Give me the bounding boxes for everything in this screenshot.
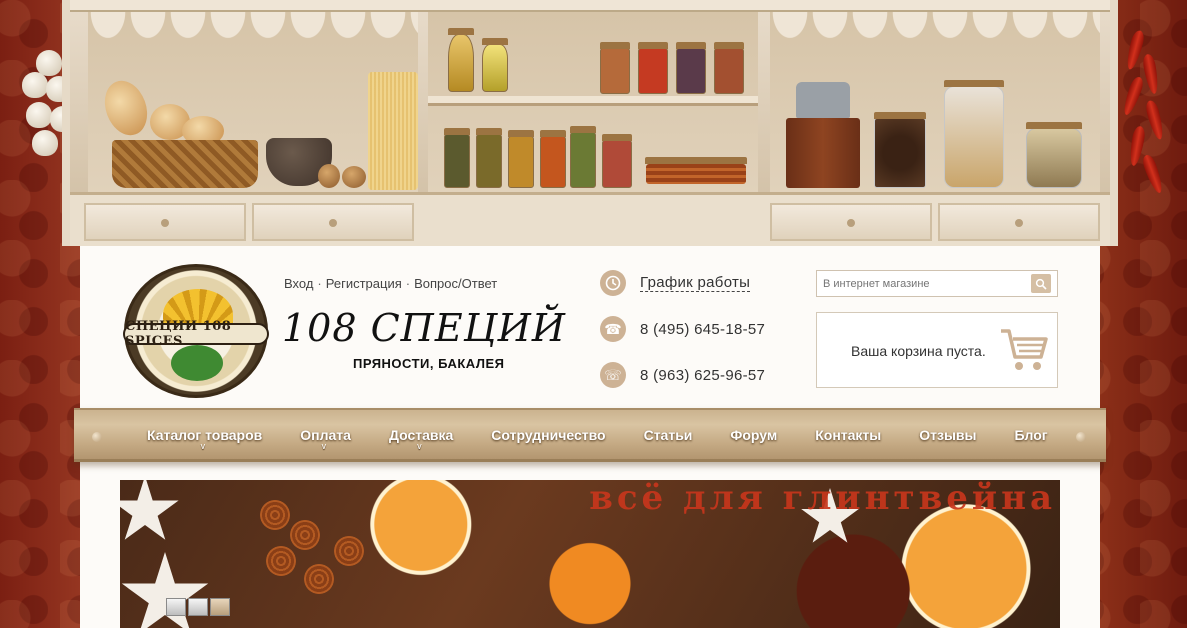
nav-item-payment[interactable]: Оплата v (281, 410, 370, 459)
spice-jar (638, 42, 668, 94)
shelf-scallop-left (88, 12, 418, 42)
site-logo[interactable]: СПЕЦИИ 108 SPICES (123, 264, 269, 398)
cinnamon-stick (304, 564, 334, 594)
coffee-grinder (782, 72, 864, 190)
nav-item-blog[interactable]: Блог (995, 410, 1066, 459)
drawer (252, 203, 414, 241)
slider-pager (166, 598, 230, 616)
shelf-drawers (70, 192, 1110, 246)
leaf-icon (171, 345, 223, 381)
link-separator: · (317, 276, 322, 291)
chevron-down-icon: v (321, 441, 327, 451)
account-links: Вход · Регистрация · Вопрос/Ответ (284, 276, 497, 291)
rivet-decoration (1076, 432, 1086, 442)
brand-title: 108 СПЕЦИЙ (282, 306, 566, 350)
spice-shelf-header (62, 0, 1118, 246)
cart-box[interactable]: Ваша корзина пуста. (816, 312, 1058, 388)
bread-basket (112, 140, 258, 188)
brand-subtitle: ПРЯНОСТИ, БАКАЛЕЯ (353, 356, 505, 371)
phone-row-2: ☏ 8 (963) 625-96-57 (600, 362, 765, 388)
phone-icon: ☎ (600, 316, 626, 342)
drawer (938, 203, 1100, 241)
spice-jar (676, 42, 706, 94)
clock-icon (600, 270, 626, 296)
spice-jar (444, 128, 470, 188)
cinnamon-stick (334, 536, 364, 566)
search-box (816, 270, 1058, 297)
slider-dot-3[interactable] (210, 598, 230, 616)
shelf-top-board (70, 0, 1110, 12)
nav-item-cooperation[interactable]: Сотрудничество (472, 410, 624, 459)
nav-item-delivery[interactable]: Доставка v (370, 410, 472, 459)
cart-status: Ваша корзина пуста. (851, 343, 986, 359)
cinnamon-sticks (645, 157, 747, 184)
nav-item-contacts[interactable]: Контакты (796, 410, 900, 459)
nutmeg (318, 164, 340, 188)
logo-text: СПЕЦИИ 108 SPICES (125, 319, 232, 349)
spice-jar (600, 42, 630, 94)
cookie-star-decoration (121, 552, 209, 628)
drawer (84, 203, 246, 241)
cookie-star-decoration (120, 480, 179, 540)
register-link[interactable]: Регистрация (326, 276, 402, 291)
main-navigation: Каталог товаров v Оплата v Доставка v Сотру… (74, 408, 1106, 462)
spice-jar (476, 128, 502, 188)
link-separator: · (405, 276, 411, 291)
oil-bottle (482, 38, 508, 92)
nav-list: Каталог товаров v Оплата v Доставка v Сотру… (128, 410, 1067, 459)
phone-row-1: ☎ 8 (495) 645-18-57 (600, 316, 765, 342)
nav-item-catalog[interactable]: Каталог товаров v (128, 410, 281, 459)
cart-icon (1001, 329, 1048, 370)
spice-jar (714, 42, 744, 94)
spice-jar (540, 130, 566, 188)
magnifier-icon[interactable] (1031, 274, 1051, 293)
nav-item-articles[interactable]: Статьи (625, 410, 712, 459)
phone-number-1[interactable]: 8 (495) 645-18-57 (640, 321, 765, 338)
nutmeg (342, 166, 366, 188)
slider-dot-2[interactable] (188, 598, 208, 616)
tea-jar (944, 80, 1004, 188)
cinnamon-stick (290, 520, 320, 550)
drawer (770, 203, 932, 241)
spice-jar (570, 126, 596, 188)
chevron-down-icon: v (200, 441, 206, 451)
nav-item-reviews[interactable]: Отзывы (900, 410, 995, 459)
chevron-down-icon: v (417, 441, 422, 451)
main-panel: СПЕЦИИ 108 SPICES Вход · Регистрация · В… (74, 246, 1106, 628)
schedule-link[interactable]: График работы (640, 274, 751, 292)
spice-jar (508, 130, 534, 188)
search-input[interactable] (817, 271, 1017, 296)
cinnamon-stick (260, 500, 290, 530)
oil-bottle (448, 28, 474, 92)
schedule-row: График работы (600, 270, 751, 296)
spaghetti-jar (368, 72, 418, 190)
faq-link[interactable]: Вопрос/Ответ (414, 276, 497, 291)
phone-number-2[interactable]: 8 (963) 625-96-57 (640, 367, 765, 384)
phone-icon: ☏ (600, 362, 626, 388)
cinnamon-stick (266, 546, 296, 576)
peppercorn-jar (874, 112, 926, 188)
nav-item-forum[interactable]: Форум (711, 410, 796, 459)
herb-jar (1026, 122, 1082, 188)
spice-jar (602, 134, 632, 188)
shelf-middle-board (428, 96, 758, 106)
chili-pepper-decoration (1119, 29, 1173, 200)
banner-headline: всё для глинтвейна (589, 480, 1056, 518)
promo-banner[interactable]: всё для глинтвейна (120, 480, 1060, 628)
login-link[interactable]: Вход (284, 276, 313, 291)
shelf-scallop-right (770, 12, 1100, 42)
rivet-decoration (92, 432, 102, 442)
slider-dot-1[interactable] (166, 598, 186, 616)
